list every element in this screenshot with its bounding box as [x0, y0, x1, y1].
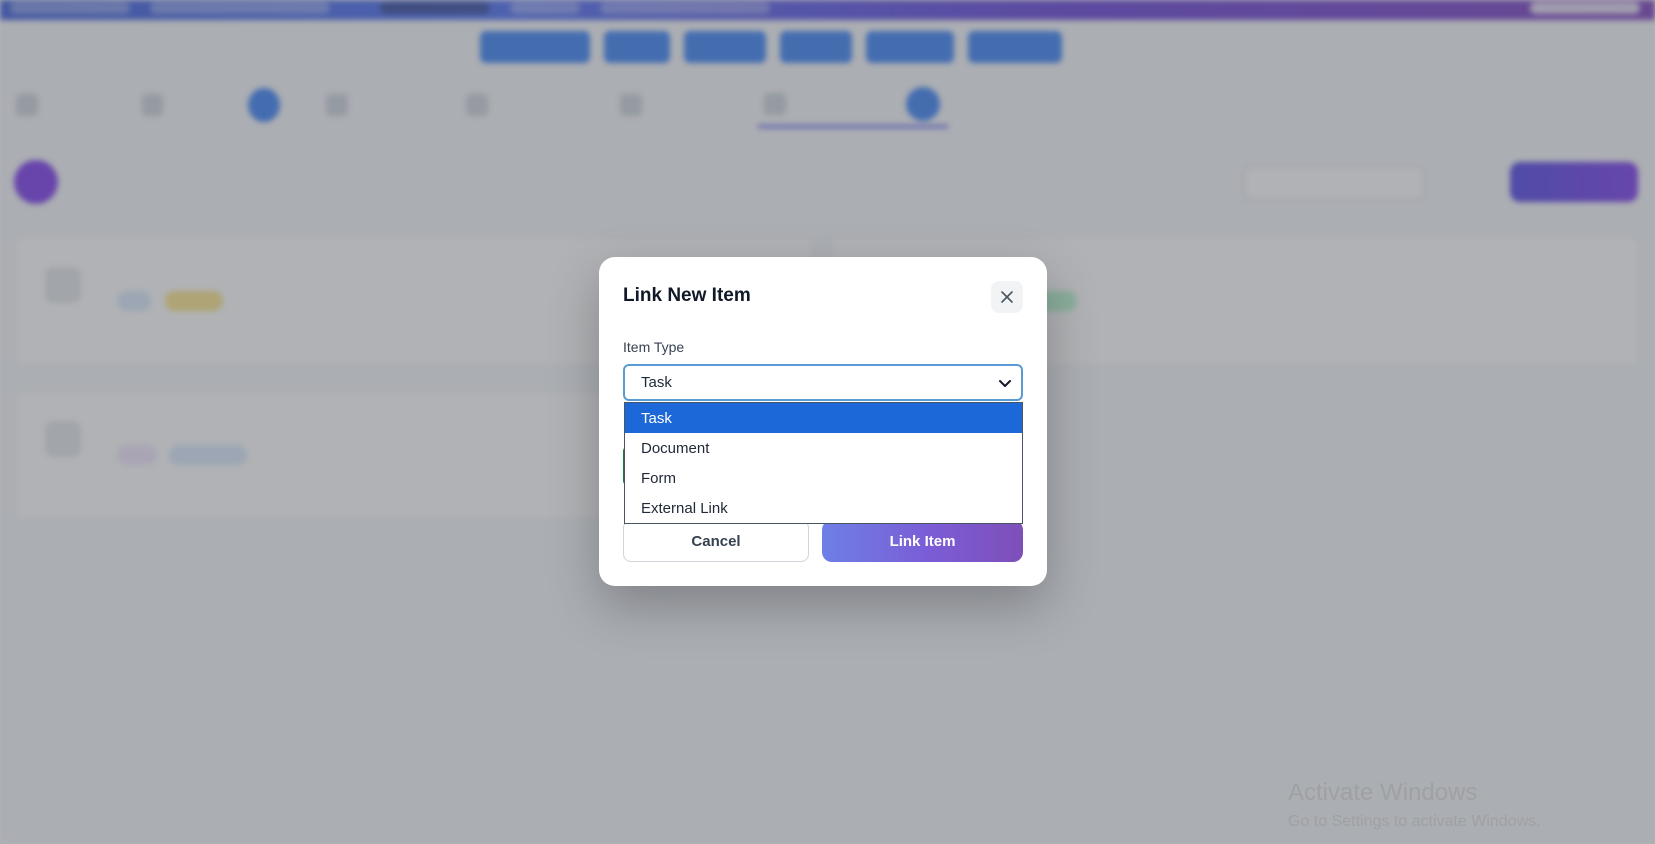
activation-watermark-subtitle: Go to Settings to activate Windows. — [1288, 813, 1541, 830]
chevron-down-icon — [999, 380, 1011, 387]
option-task[interactable]: Task — [625, 403, 1022, 433]
option-external-link[interactable]: External Link — [625, 493, 1022, 523]
link-item-button[interactable]: Link Item — [822, 520, 1023, 562]
close-button[interactable] — [991, 281, 1023, 313]
cancel-button[interactable]: Cancel — [623, 520, 809, 562]
activation-watermark-title: Activate Windows — [1288, 779, 1478, 806]
item-type-options: Task Document Form External Link — [624, 402, 1023, 524]
item-type-label: Item Type — [623, 339, 685, 355]
item-type-select[interactable]: Task — [623, 364, 1023, 401]
item-type-selected-value: Task — [641, 374, 672, 391]
option-form[interactable]: Form — [625, 463, 1022, 493]
dialog-title: Link New Item — [623, 285, 751, 306]
option-document[interactable]: Document — [625, 433, 1022, 463]
close-icon — [1001, 291, 1013, 303]
